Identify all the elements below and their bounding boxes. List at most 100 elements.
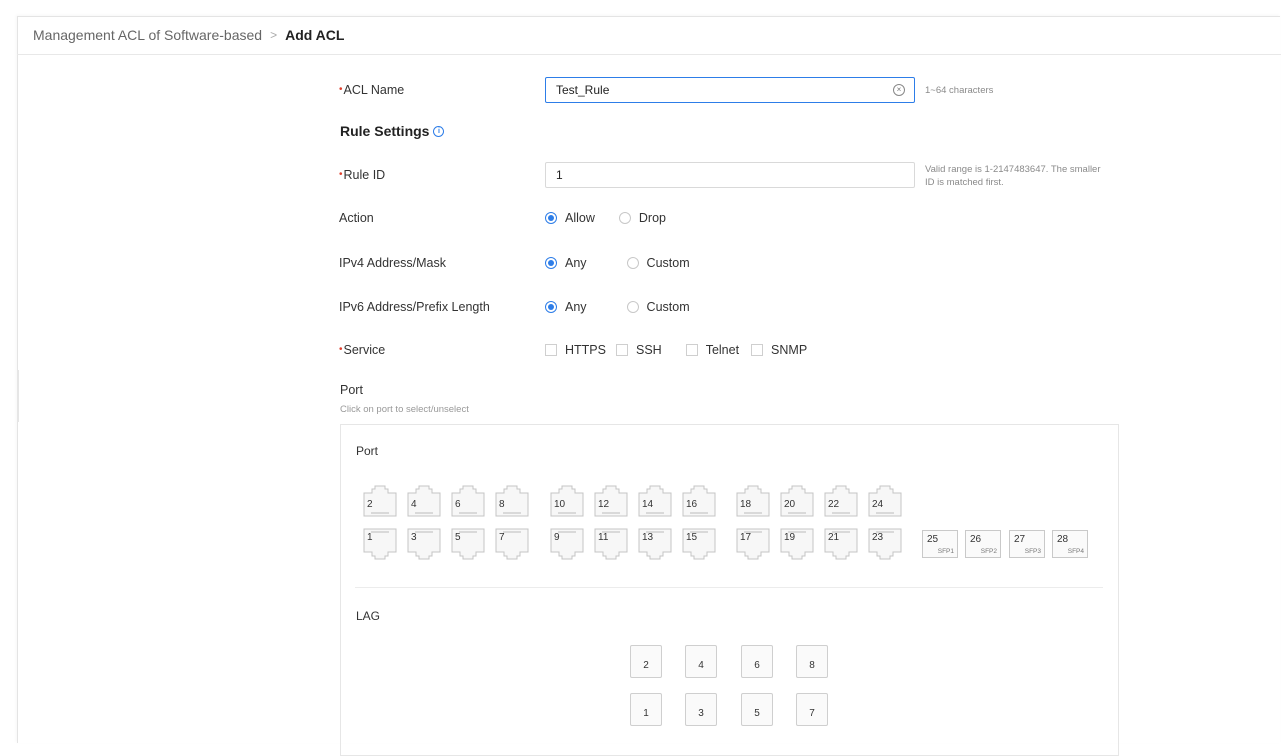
- port-top[interactable]: 4: [407, 485, 441, 517]
- action-allow-option[interactable]: Allow: [545, 211, 595, 225]
- port-bottom[interactable]: 3: [407, 528, 441, 560]
- port-number: 7: [499, 532, 505, 543]
- port-bottom[interactable]: 15: [682, 528, 716, 560]
- checkbox-icon[interactable]: [615, 344, 628, 356]
- port-top[interactable]: 6: [451, 485, 485, 517]
- port-number: 16: [686, 499, 698, 510]
- clear-input-icon[interactable]: ×: [893, 84, 905, 96]
- port-bottom[interactable]: 7: [495, 528, 529, 560]
- checkbox-icon[interactable]: [751, 344, 764, 356]
- port-top[interactable]: 12: [594, 485, 628, 517]
- ipv6-any-option[interactable]: Any: [545, 300, 587, 314]
- radio-icon[interactable]: [626, 257, 639, 269]
- panel-lag-label: LAG: [356, 609, 381, 623]
- port-number: 6: [455, 499, 461, 510]
- radio-icon[interactable]: [618, 212, 631, 224]
- port-bottom[interactable]: 5: [451, 528, 485, 560]
- service-snmp-option[interactable]: SNMP: [751, 343, 807, 357]
- port-bottom[interactable]: 9: [550, 528, 584, 560]
- port-bottom[interactable]: 23: [868, 528, 902, 560]
- port-bottom[interactable]: 1: [363, 528, 397, 560]
- rule-id-label: •Rule ID: [339, 168, 386, 182]
- port-number: 21: [828, 532, 840, 543]
- port-number: 20: [784, 499, 796, 510]
- ipv4-custom-option[interactable]: Custom: [626, 256, 690, 270]
- port-top[interactable]: 8: [495, 485, 529, 517]
- breadcrumb-separator-icon: >: [270, 28, 278, 42]
- lag-port-number: 4: [698, 660, 704, 671]
- port-top[interactable]: 2: [363, 485, 397, 517]
- sfp-port[interactable]: 25 SFP1: [922, 530, 958, 558]
- lag-port-number: 7: [809, 708, 815, 719]
- service-ssh-option[interactable]: SSH: [615, 343, 662, 357]
- checkbox-icon[interactable]: [545, 344, 557, 356]
- top-bar: [0, 0, 1281, 16]
- ipv4-radio-group: Any Custom: [545, 256, 690, 270]
- port-bottom[interactable]: 13: [638, 528, 672, 560]
- sfp-port-label: SFP2: [980, 548, 997, 555]
- service-https-option[interactable]: HTTPS: [545, 343, 606, 357]
- sfp-port-number: 27: [1014, 534, 1026, 545]
- lag-port[interactable]: 2: [630, 645, 662, 678]
- sfp-port[interactable]: 28 SFP4: [1052, 530, 1088, 558]
- port-bottom[interactable]: 17: [736, 528, 770, 560]
- port-number: 3: [411, 532, 417, 543]
- acl-name-value: Test_Rule: [556, 83, 610, 97]
- lag-port[interactable]: 5: [741, 693, 773, 726]
- port-bottom[interactable]: 11: [594, 528, 628, 560]
- checkbox-icon[interactable]: [685, 344, 698, 356]
- port-number: 13: [642, 532, 654, 543]
- action-drop-option[interactable]: Drop: [618, 211, 666, 225]
- service-label: •Service: [339, 343, 386, 357]
- ipv4-any-option[interactable]: Any: [545, 256, 587, 270]
- lag-port[interactable]: 7: [796, 693, 828, 726]
- port-top[interactable]: 20: [780, 485, 814, 517]
- port-number: 10: [554, 499, 566, 510]
- service-telnet-option[interactable]: Telnet: [685, 343, 739, 357]
- port-top[interactable]: 14: [638, 485, 672, 517]
- port-number: 12: [598, 499, 610, 510]
- sfp-port-number: 26: [970, 534, 982, 545]
- lag-port[interactable]: 4: [685, 645, 717, 678]
- lag-port[interactable]: 1: [630, 693, 662, 726]
- lag-port-number: 6: [754, 660, 760, 671]
- breadcrumb-parent[interactable]: Management ACL of Software-based: [17, 27, 262, 43]
- port-panel: Port 2 4 6 8 10 12 14 16 18 20 22 24 1 3 5 7 9 11 13 15 17 19…: [340, 424, 1119, 756]
- port-bottom[interactable]: 19: [780, 528, 814, 560]
- port-bottom[interactable]: 21: [824, 528, 858, 560]
- port-top[interactable]: 16: [682, 485, 716, 517]
- lag-port[interactable]: 6: [741, 645, 773, 678]
- port-top[interactable]: 22: [824, 485, 858, 517]
- port-top[interactable]: 10: [550, 485, 584, 517]
- ipv6-custom-option[interactable]: Custom: [626, 300, 690, 314]
- acl-name-input[interactable]: Test_Rule ×: [545, 77, 915, 103]
- required-marker: •: [339, 169, 343, 180]
- sfp-port[interactable]: 27 SFP3: [1009, 530, 1045, 558]
- ipv4-label: IPv4 Address/Mask: [339, 256, 446, 270]
- port-number: 17: [740, 532, 752, 543]
- port-number: 9: [554, 532, 560, 543]
- info-icon[interactable]: i: [433, 125, 445, 137]
- sfp-port-label: SFP1: [937, 548, 954, 555]
- rule-id-input[interactable]: 1: [545, 162, 915, 188]
- port-number: 18: [740, 499, 752, 510]
- lag-port[interactable]: 3: [685, 693, 717, 726]
- radio-selected-icon[interactable]: [545, 212, 557, 224]
- port-section-subtitle: Click on port to select/unselect: [340, 404, 469, 415]
- side-collapse-handle[interactable]: [17, 370, 19, 422]
- breadcrumb-current: Add ACL: [285, 27, 345, 43]
- ipv6-label: IPv6 Address/Prefix Length: [339, 300, 490, 314]
- radio-selected-icon[interactable]: [545, 301, 557, 313]
- port-number: 22: [828, 499, 840, 510]
- sfp-port[interactable]: 26 SFP2: [965, 530, 1001, 558]
- port-top[interactable]: 18: [736, 485, 770, 517]
- port-top[interactable]: 24: [868, 485, 902, 517]
- lag-port[interactable]: 8: [796, 645, 828, 678]
- sfp-port-number: 28: [1057, 534, 1069, 545]
- port-number: 14: [642, 499, 654, 510]
- radio-selected-icon[interactable]: [545, 257, 557, 269]
- service-checkbox-group: HTTPS SSH Telnet SNMP: [545, 343, 807, 357]
- rule-id-value: 1: [556, 168, 563, 182]
- lag-port-number: 2: [643, 660, 649, 671]
- radio-icon[interactable]: [626, 301, 639, 313]
